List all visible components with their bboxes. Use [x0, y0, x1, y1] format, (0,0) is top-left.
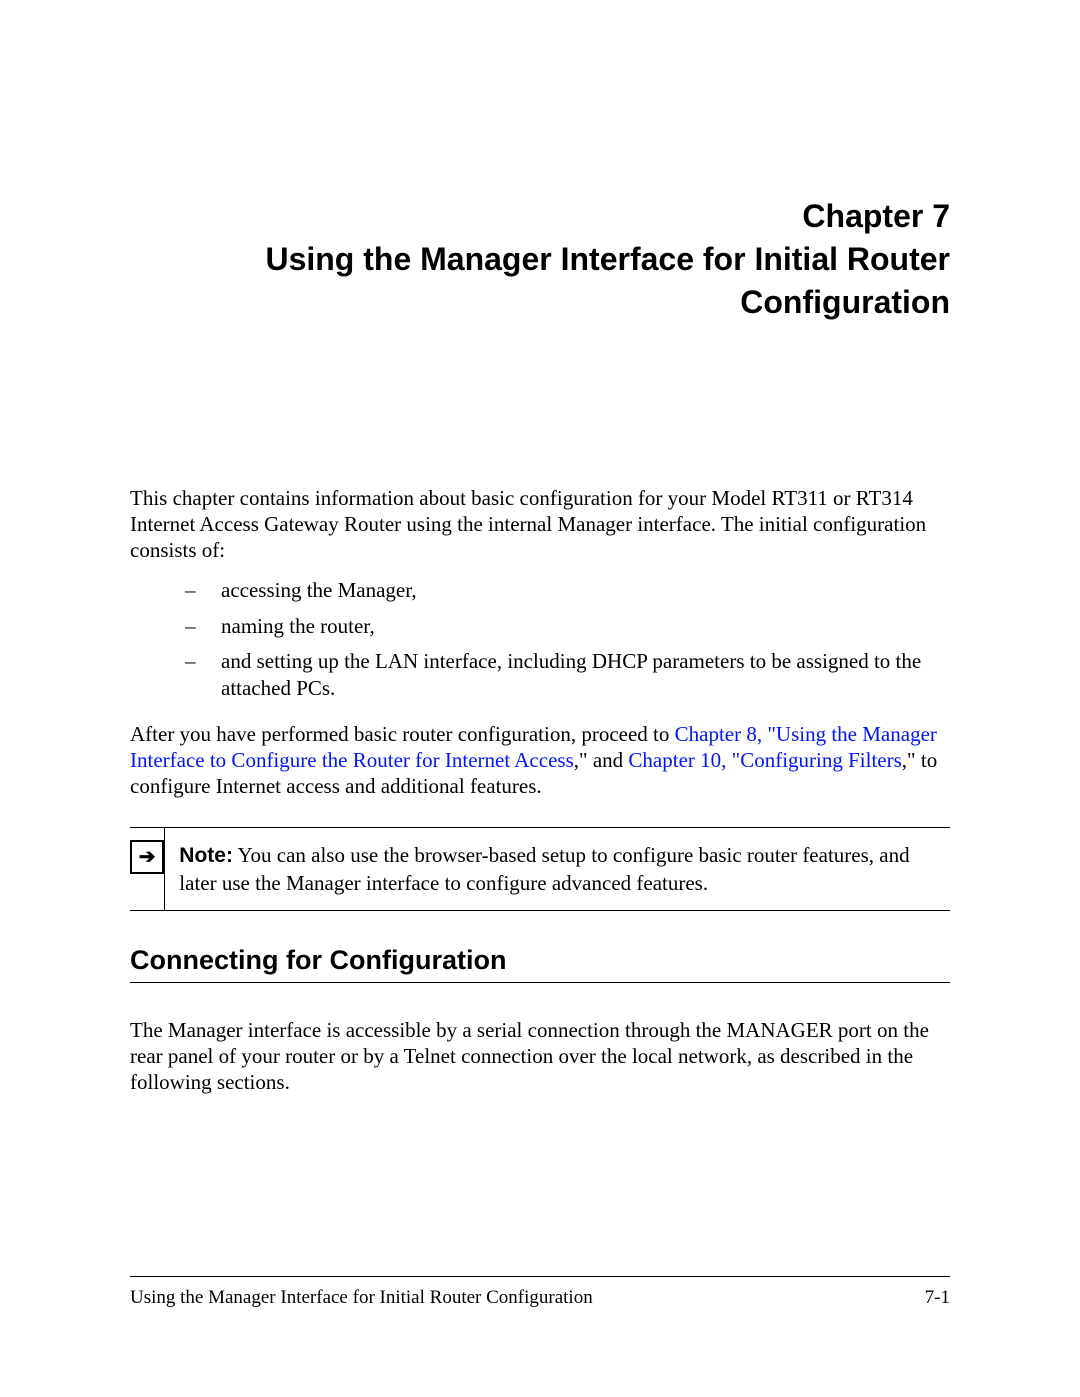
note-label: Note:	[179, 844, 233, 867]
note-icon-box: ➔	[130, 840, 164, 874]
list-item: and setting up the LAN interface, includ…	[185, 648, 950, 703]
list-item: naming the router,	[185, 613, 950, 640]
note-body: You can also use the browser-based setup…	[179, 843, 909, 894]
section-paragraph: The Manager interface is accessible by a…	[130, 1017, 950, 1096]
chapter-label: Chapter 7	[130, 195, 950, 238]
arrow-right-icon: ➔	[139, 847, 156, 867]
footer-title: Using the Manager Interface for Initial …	[130, 1287, 593, 1309]
footer-rule	[130, 1276, 950, 1277]
after-mid-text: ," and	[574, 748, 629, 772]
chapter-10-link[interactable]: Chapter 10, "Configuring Filters	[628, 748, 901, 772]
chapter-title-line1: Using the Manager Interface for Initial …	[130, 238, 950, 281]
footer-page-number: 7-1	[925, 1287, 950, 1309]
page-footer: Using the Manager Interface for Initial …	[130, 1276, 950, 1309]
bullet-list: accessing the Manager, naming the router…	[185, 577, 950, 702]
document-page: Chapter 7 Using the Manager Interface fo…	[0, 0, 1080, 1397]
note-icon-cell: ➔	[130, 828, 165, 910]
list-item: accessing the Manager,	[185, 577, 950, 604]
chapter-heading: Chapter 7 Using the Manager Interface fo…	[130, 195, 950, 325]
note-text: Note: You can also use the browser-based…	[165, 828, 950, 910]
after-paragraph: After you have performed basic router co…	[130, 721, 950, 800]
after-pre-text: After you have performed basic router co…	[130, 722, 675, 746]
note-box: ➔ Note: You can also use the browser-bas…	[130, 827, 950, 911]
chapter-title-line2: Configuration	[130, 281, 950, 324]
section-heading: Connecting for Configuration	[130, 945, 950, 983]
footer-row: Using the Manager Interface for Initial …	[130, 1287, 950, 1309]
intro-paragraph: This chapter contains information about …	[130, 485, 950, 564]
